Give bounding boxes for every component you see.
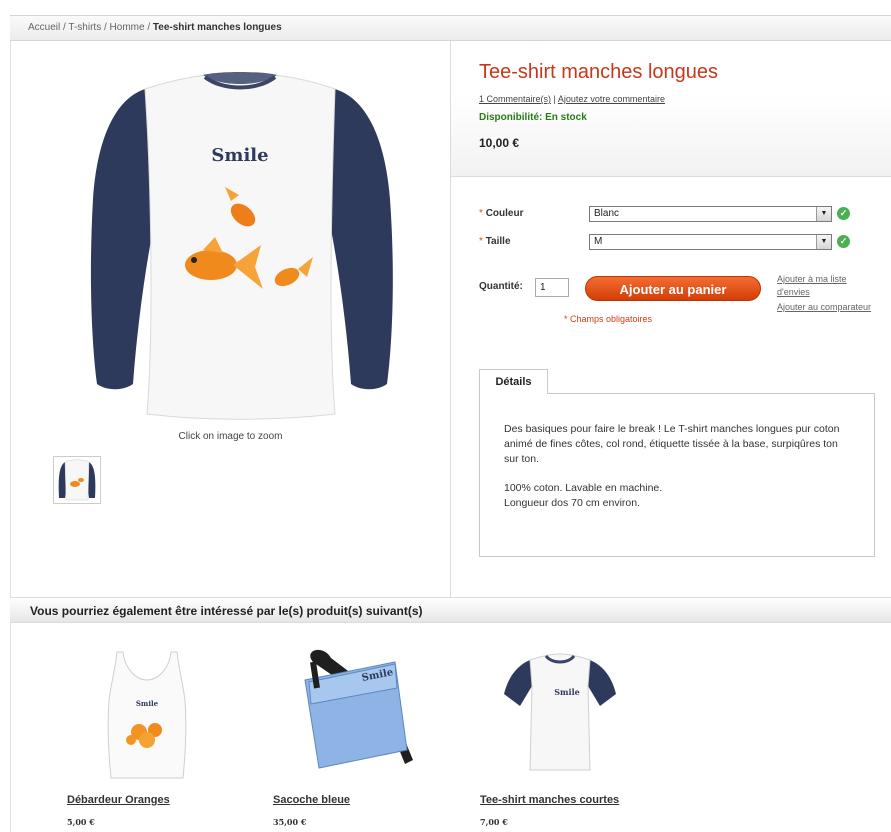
breadcrumb-homme-link[interactable]: Homme <box>110 22 145 33</box>
check-icon: ✓ <box>837 207 850 220</box>
required-fields-note: * Champs obligatoires <box>564 314 653 324</box>
related-item-name[interactable]: Tee-shirt manches courtes <box>480 794 619 806</box>
product-options: * Couleur Blanc ▼ ✓ * Taille M ▼ ✓ <box>479 204 879 260</box>
color-select-value: Blanc <box>594 208 620 219</box>
required-marker: * <box>479 208 483 219</box>
tank-top-print-text: Smile <box>136 699 159 708</box>
quantity-input[interactable] <box>535 278 569 297</box>
color-label: * Couleur <box>479 208 524 219</box>
short-sleeve-tshirt-icon: Smile <box>504 653 616 771</box>
reviews-count-link[interactable]: 1 Commentaire(s) <box>479 94 551 104</box>
related-item-price: 35,00 € <box>273 817 307 827</box>
size-select[interactable]: M ▼ <box>589 234 832 250</box>
secondary-actions: Ajouter à ma liste d'envies Ajouter au c… <box>777 273 877 314</box>
breadcrumb-separator: / <box>103 22 107 33</box>
related-item-price: 7,00 € <box>480 817 508 827</box>
related-item-name[interactable]: Débardeur Oranges <box>67 794 170 806</box>
check-icon: ✓ <box>837 235 850 248</box>
add-to-wishlist-link[interactable]: Ajouter à ma liste d'envies <box>777 273 877 299</box>
dropdown-arrow-icon[interactable]: ▼ <box>816 207 831 221</box>
related-item[interactable]: Smile Débardeur Oranges 5,00 € <box>67 640 227 827</box>
breadcrumb-home-link[interactable]: Accueil <box>28 22 60 33</box>
product-image-column: Smile Click on image to zoom <box>10 41 451 597</box>
breadcrumb-separator: / <box>147 22 151 33</box>
availability-status: Disponibilité: En stock <box>479 112 587 123</box>
related-products-heading: Vous pourriez également être intéressé p… <box>10 597 891 623</box>
messenger-bag-icon: Smile <box>304 649 413 769</box>
product-main-image[interactable]: Smile <box>85 69 405 429</box>
breadcrumb-tshirts-link[interactable]: T-shirts <box>68 22 101 33</box>
review-links: 1 Commentaire(s) | Ajoutez votre comment… <box>479 94 891 104</box>
tab-details[interactable]: Détails <box>479 369 548 394</box>
breadcrumb-current: Tee-shirt manches longues <box>152 22 282 33</box>
details-panel: Des basiques pour faire le break ! Le T-… <box>479 393 875 557</box>
add-to-cart-button[interactable]: Ajouter au panier <box>585 276 761 301</box>
tank-top-icon: Smile <box>107 651 187 779</box>
tshirt-thumbnail-icon <box>58 459 96 501</box>
breadcrumb-separator: / <box>63 22 66 33</box>
related-item[interactable]: Smile Sacoche bleue 35,00 € <box>273 640 433 827</box>
add-review-link[interactable]: Ajoutez votre commentaire <box>558 94 665 104</box>
related-item-image[interactable]: Smile <box>480 640 640 780</box>
review-links-separator: | <box>553 94 556 104</box>
color-option-row: * Couleur Blanc ▼ ✓ <box>479 204 879 232</box>
details-description: Des basiques pour faire le break ! Le T-… <box>504 423 840 465</box>
short-tshirt-print-text: Smile <box>554 687 579 697</box>
required-marker: * <box>479 236 483 247</box>
size-option-row: * Taille M ▼ ✓ <box>479 232 879 260</box>
tshirt-print-text: Smile <box>211 145 268 166</box>
product-title: Tee-shirt manches longues <box>479 61 719 83</box>
product-info-column: Tee-shirt manches longues 1 Commentaire(… <box>451 41 891 597</box>
related-item-image[interactable]: Smile <box>67 640 227 780</box>
zoom-hint: Click on image to zoom <box>178 431 283 442</box>
size-label: * Taille <box>479 236 511 247</box>
dropdown-arrow-icon[interactable]: ▼ <box>816 235 831 249</box>
long-sleeve-tshirt-icon: Smile <box>90 72 393 420</box>
add-to-compare-link[interactable]: Ajouter au comparateur <box>777 301 877 314</box>
related-item-price: 5,00 € <box>67 817 95 827</box>
size-select-value: M <box>594 236 603 247</box>
color-select[interactable]: Blanc ▼ <box>589 206 832 222</box>
breadcrumb: Accueil / T-shirts / Homme / Tee-shirt m… <box>10 15 891 41</box>
quantity-label: Quantité: <box>479 281 523 292</box>
related-item-name[interactable]: Sacoche bleue <box>273 794 350 806</box>
product-summary: Tee-shirt manches longues 1 Commentaire(… <box>451 41 891 177</box>
product-thumbnail[interactable] <box>53 456 101 504</box>
related-item[interactable]: Smile Tee-shirt manches courtes 7,00 € <box>480 640 640 827</box>
details-composition: 100% coton. Lavable en machine. Longueur… <box>504 482 663 509</box>
product-price: 10,00 € <box>479 136 520 150</box>
related-item-image[interactable]: Smile <box>273 640 433 780</box>
